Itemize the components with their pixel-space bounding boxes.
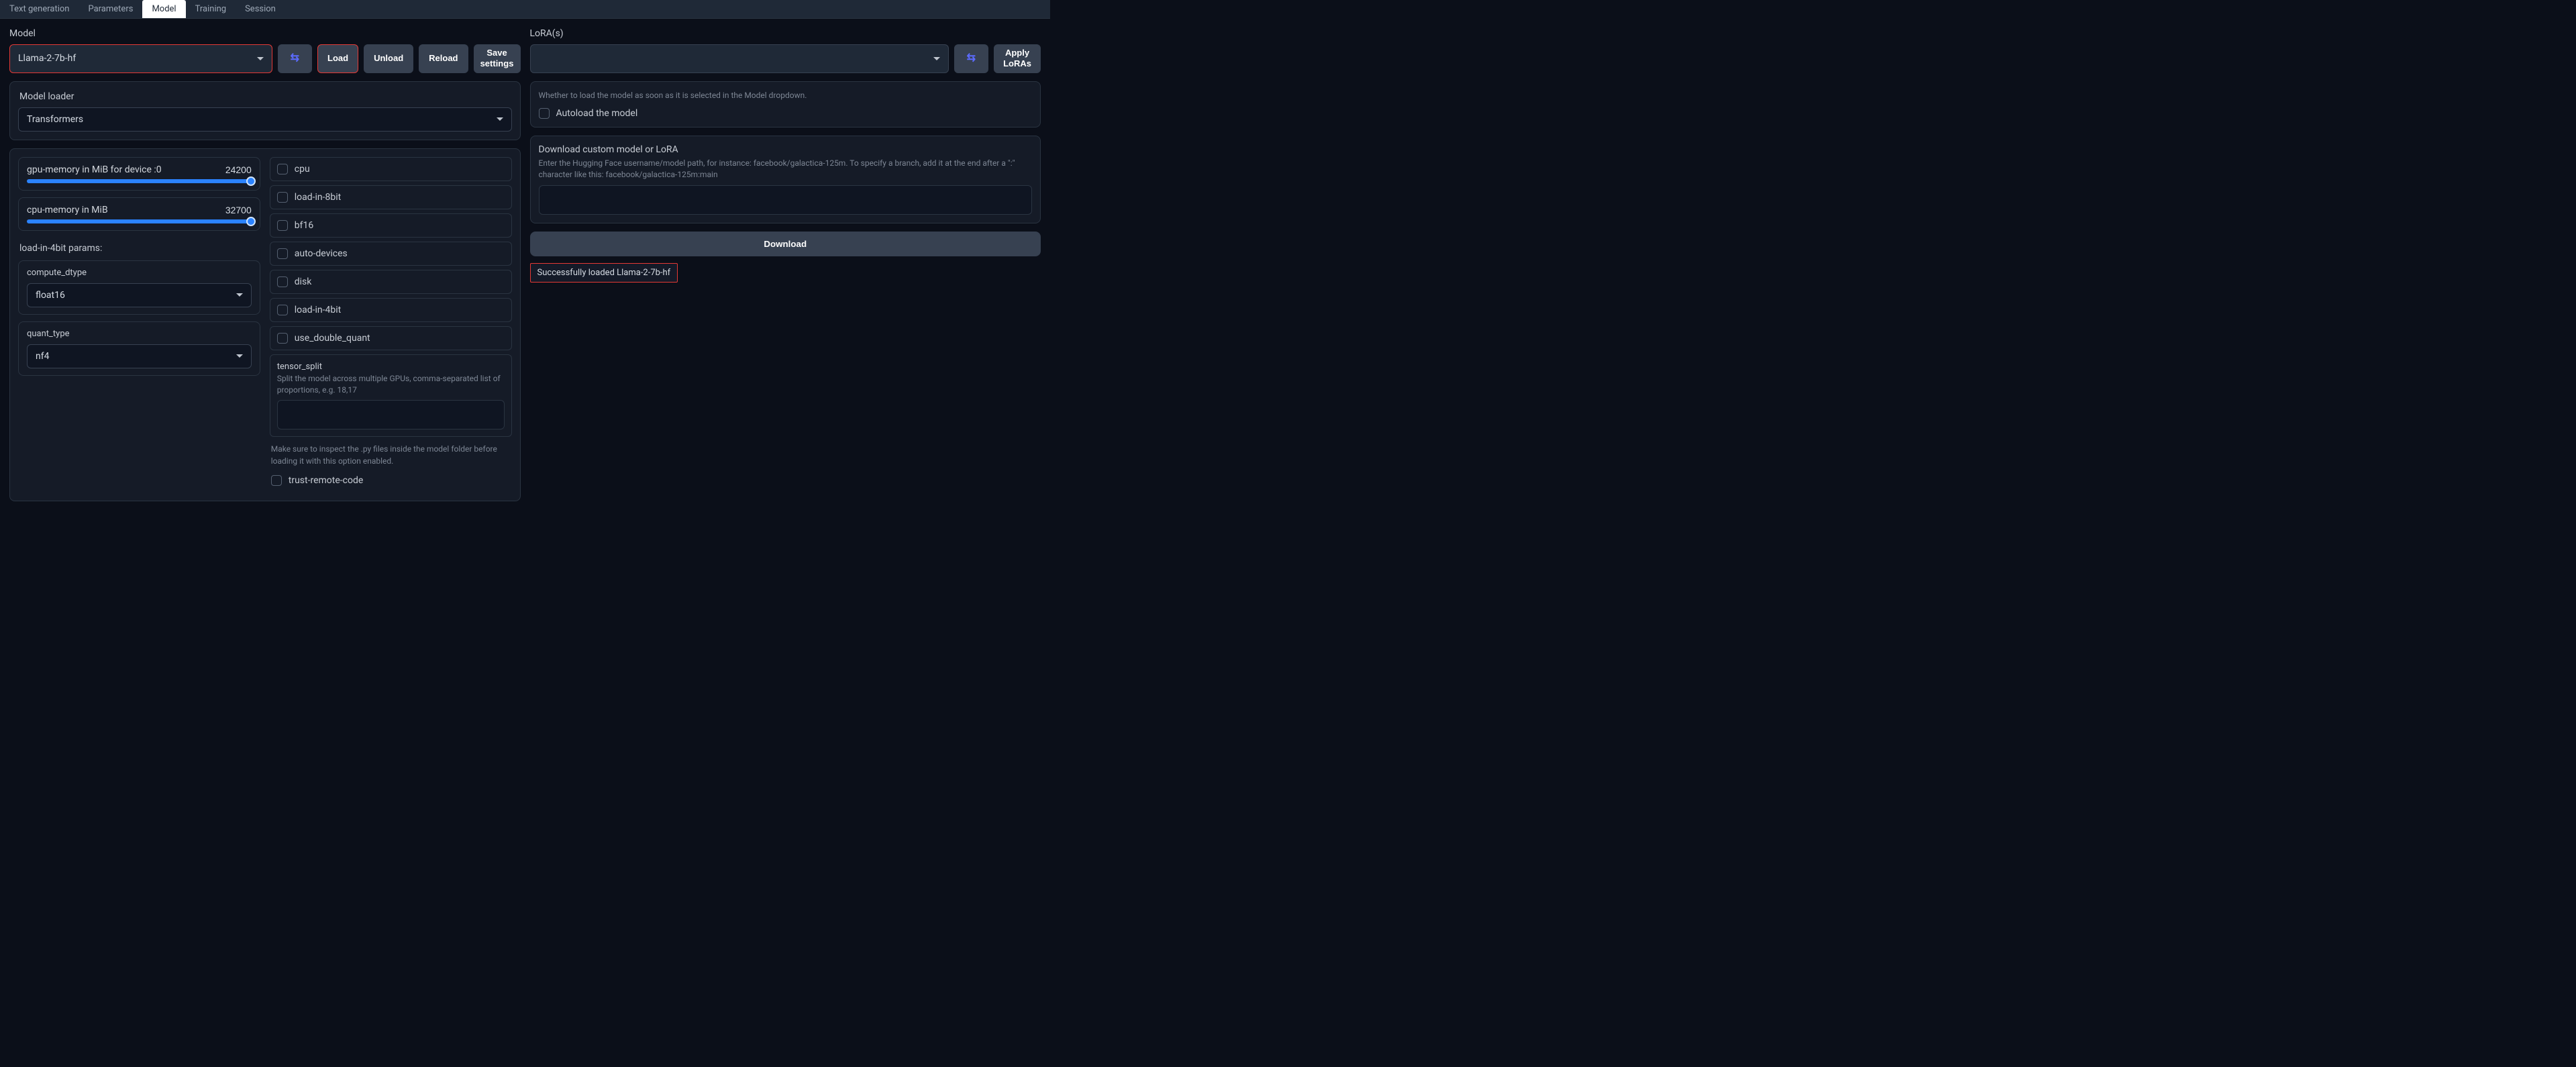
model-dropdown-value: Llama-2-7b-hf <box>18 53 76 64</box>
tab-text-generation[interactable]: Text generation <box>0 0 79 18</box>
gpu-memory-label: gpu-memory in MiB for device :0 <box>27 164 162 175</box>
lora-label: LoRA(s) <box>530 28 1041 39</box>
unload-button[interactable]: Unload <box>364 44 413 73</box>
tensor-split-label: tensor_split <box>277 362 505 372</box>
model-loader-value: Transformers <box>27 114 83 125</box>
cpu-memory-label: cpu-memory in MiB <box>27 205 108 215</box>
compute-dtype-dropdown[interactable]: float16 <box>27 283 252 307</box>
disk-checkbox[interactable]: disk <box>270 270 512 294</box>
tensor-split-desc: Split the model across multiple GPUs, co… <box>277 373 505 397</box>
loader-settings-panel: gpu-memory in MiB for device :0 cpu-memo… <box>9 148 521 502</box>
compute-dtype-label: compute_dtype <box>27 268 252 278</box>
quant-type-label: quant_type <box>27 329 252 339</box>
load-status-message: Successfully loaded Llama-2-7b-hf <box>530 263 678 283</box>
cpu-checkbox[interactable]: cpu <box>270 157 512 181</box>
reload-button[interactable]: Reload <box>419 44 468 73</box>
model-loader-label: Model loader <box>19 91 512 102</box>
gpu-memory-slider[interactable]: gpu-memory in MiB for device :0 <box>18 157 260 191</box>
tabbar: Text generation Parameters Model Trainin… <box>0 0 1050 19</box>
quant-type-value: nf4 <box>36 351 49 362</box>
tensor-split-input[interactable] <box>277 400 505 429</box>
download-button[interactable]: Download <box>530 232 1041 256</box>
autoload-desc: Whether to load the model as soon as it … <box>539 90 1033 101</box>
tab-model[interactable]: Model <box>142 0 185 18</box>
chevron-down-icon <box>933 57 940 60</box>
model-dropdown[interactable]: Llama-2-7b-hf <box>9 44 272 73</box>
tab-session[interactable]: Session <box>236 0 285 18</box>
load-in-4bit-checkbox[interactable]: load-in-4bit <box>270 298 512 322</box>
autoload-checkbox[interactable]: Autoload the model <box>539 108 1033 119</box>
load-in-4bit-heading: load-in-4bit params: <box>19 243 260 254</box>
model-loader-dropdown[interactable]: Transformers <box>18 107 512 132</box>
trust-remote-code-checkbox[interactable]: trust-remote-code <box>270 472 512 489</box>
compute-dtype-block: compute_dtype float16 <box>18 260 260 315</box>
chevron-down-icon <box>257 57 264 60</box>
download-desc: Enter the Hugging Face username/model pa… <box>539 158 1033 181</box>
lora-dropdown[interactable] <box>530 44 949 73</box>
chevron-down-icon <box>236 354 243 358</box>
quant-type-block: quant_type nf4 <box>18 321 260 376</box>
bf16-checkbox[interactable]: bf16 <box>270 213 512 238</box>
autoload-label: Autoload the model <box>556 108 638 119</box>
autoload-panel: Whether to load the model as soon as it … <box>530 81 1041 128</box>
model-loader-panel: Model loader Transformers <box>9 81 521 140</box>
compute-dtype-value: float16 <box>36 290 65 301</box>
auto-devices-checkbox[interactable]: auto-devices <box>270 242 512 266</box>
download-panel: Download custom model or LoRA Enter the … <box>530 136 1041 223</box>
quant-type-dropdown[interactable]: nf4 <box>27 344 252 368</box>
model-label: Model <box>9 28 521 39</box>
load-in-8bit-checkbox[interactable]: load-in-8bit <box>270 185 512 209</box>
chevron-down-icon <box>497 117 503 121</box>
apply-loras-button[interactable]: Apply LoRAs <box>994 44 1041 73</box>
refresh-model-list-button[interactable]: ⇆ <box>278 44 312 73</box>
tab-parameters[interactable]: Parameters <box>79 0 142 18</box>
tensor-split-block: tensor_split Split the model across mult… <box>270 354 512 438</box>
cpu-memory-slider[interactable]: cpu-memory in MiB <box>18 197 260 231</box>
cpu-memory-value[interactable] <box>205 205 252 215</box>
tab-training[interactable]: Training <box>186 0 236 18</box>
load-button[interactable]: Load <box>317 44 358 73</box>
download-input[interactable] <box>539 185 1033 215</box>
use-double-quant-checkbox[interactable]: use_double_quant <box>270 326 512 350</box>
refresh-lora-list-button[interactable]: ⇆ <box>954 44 988 73</box>
chevron-down-icon <box>236 293 243 297</box>
download-heading: Download custom model or LoRA <box>539 144 1033 155</box>
save-settings-button[interactable]: Save settings <box>474 44 521 73</box>
gpu-memory-value[interactable] <box>205 164 252 175</box>
trust-remote-code-note: Make sure to inspect the .py files insid… <box>270 441 512 472</box>
